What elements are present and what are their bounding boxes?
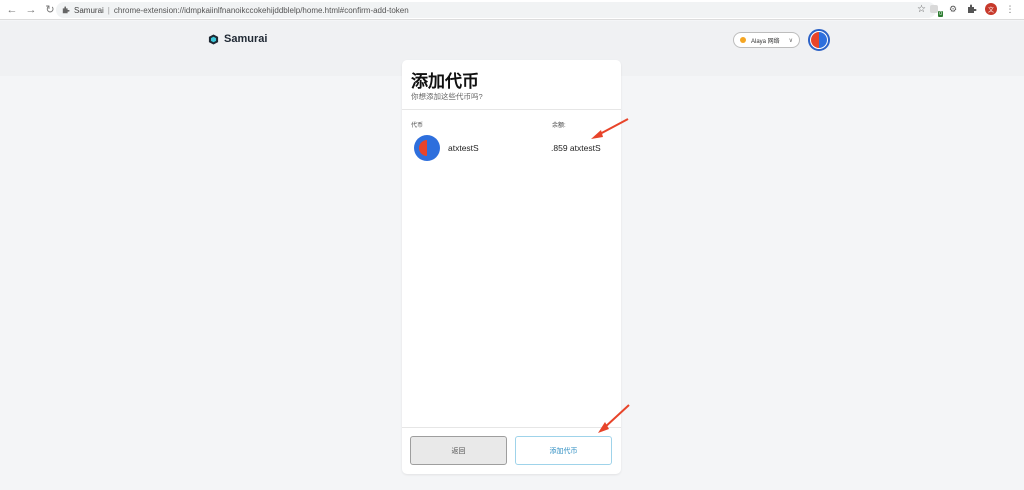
annotation-arrow-icon xyxy=(591,118,629,139)
reload-icon[interactable]: ↻ xyxy=(43,3,57,17)
more-options-icon[interactable]: ⋮ xyxy=(1004,3,1016,15)
samurai-logo-icon xyxy=(208,33,219,45)
token-row: atxtestS .859 atxtestS xyxy=(414,134,614,162)
balance-column-header: 余额: xyxy=(552,123,566,129)
brand-name: Samurai xyxy=(224,33,268,45)
network-selector[interactable]: Alaya 网络 ∨ xyxy=(733,32,800,48)
header-divider xyxy=(402,109,621,110)
extension-area: 0 ⚙ 文 ⋮ xyxy=(928,3,1016,17)
forward-arrow-icon[interactable]: → xyxy=(24,3,38,17)
settings-gear-icon[interactable]: ⚙ xyxy=(947,3,959,15)
back-button[interactable]: 返回 xyxy=(410,436,507,465)
tab-title: Samurai xyxy=(74,5,104,15)
network-status-dot xyxy=(740,37,746,43)
page-title: 添加代币 xyxy=(411,72,479,91)
profile-avatar[interactable]: 文 xyxy=(985,3,997,15)
token-name: atxtestS xyxy=(448,143,479,153)
address-separator: | xyxy=(107,5,110,15)
browser-toolbar: ← → ↻ Samurai | chrome-extension://idmpk… xyxy=(0,0,1024,20)
bookmark-star-icon[interactable]: ☆ xyxy=(917,4,926,15)
token-balance: .859 atxtestS xyxy=(551,143,601,153)
extension-badge: 0 xyxy=(938,11,943,17)
url-text: chrome-extension://idmpkaiinlfnanoikccok… xyxy=(113,5,409,15)
puzzle-icon xyxy=(968,4,977,13)
card-footer: 返回 添加代币 xyxy=(402,428,621,474)
token-column-header: 代币 xyxy=(411,123,424,129)
token-icon xyxy=(414,135,440,161)
page-subtitle: 你想添加这些代币吗? xyxy=(411,92,483,101)
extension-puzzle-icon xyxy=(62,6,70,14)
back-arrow-icon[interactable]: ← xyxy=(5,3,19,17)
network-label: Alaya 网络 xyxy=(751,38,780,45)
account-avatar[interactable] xyxy=(808,29,830,51)
chevron-down-icon: ∨ xyxy=(788,37,793,44)
brand-logo: Samurai xyxy=(208,33,267,45)
account-identicon xyxy=(811,32,827,48)
annotation-arrow-icon xyxy=(598,404,630,433)
extensions-puzzle-icon[interactable] xyxy=(966,3,978,15)
add-token-button[interactable]: 添加代币 xyxy=(515,436,612,465)
extension-icon[interactable]: 0 xyxy=(928,3,943,17)
address-bar[interactable]: Samurai | chrome-extension://idmpkaiinlf… xyxy=(56,2,936,18)
